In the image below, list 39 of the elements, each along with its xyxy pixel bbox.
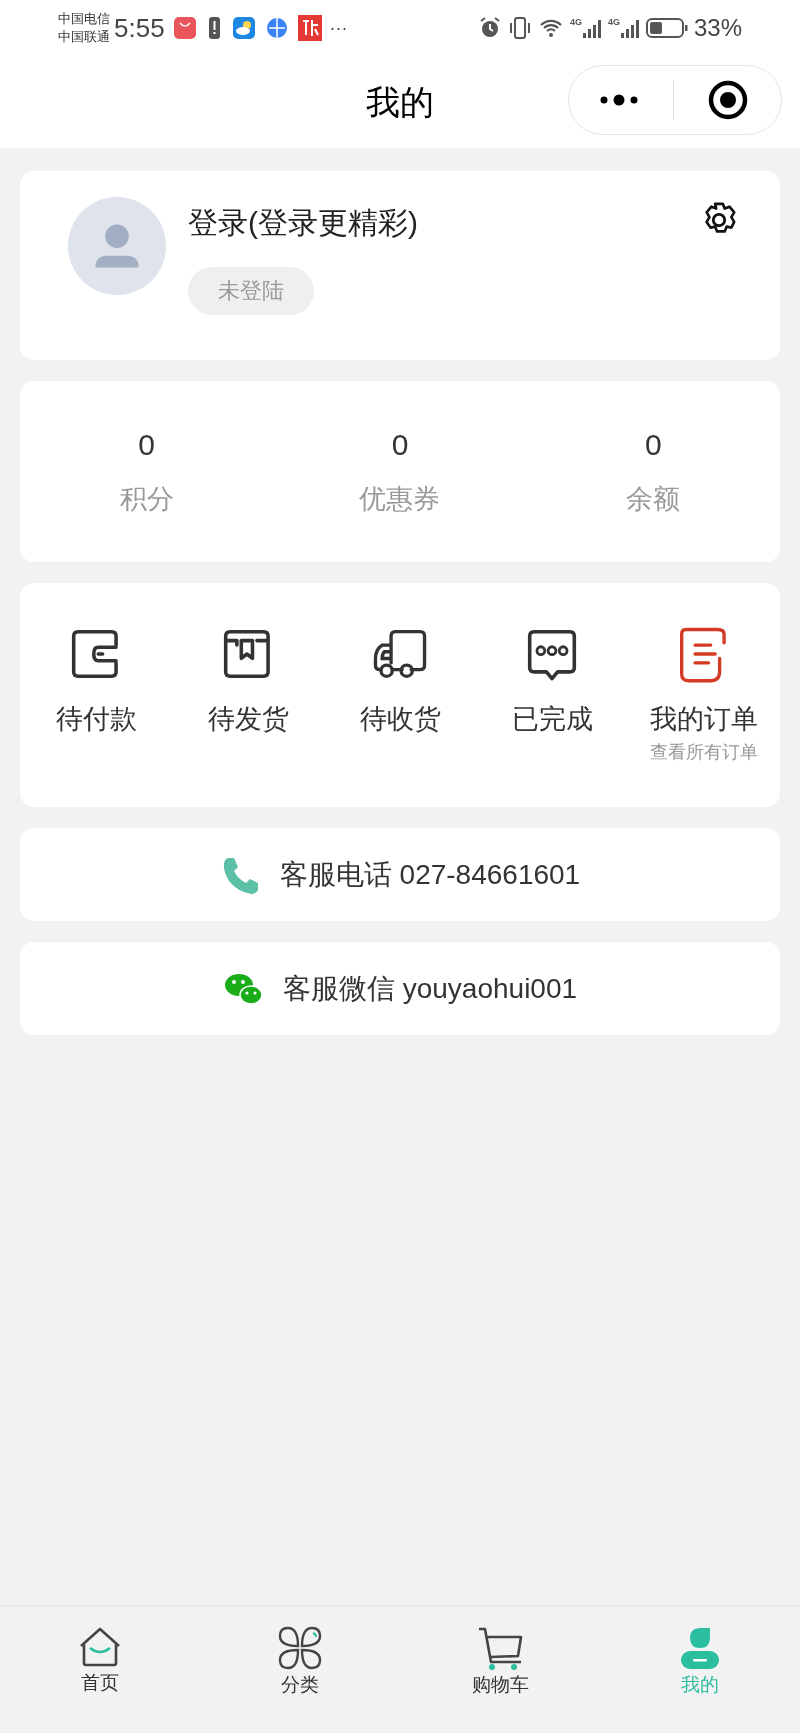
stat-value: 0 [138,430,155,460]
signal-icon [619,18,640,38]
network-type: 4G [607,18,620,27]
order-status-label[interactable]: 待收货 [359,701,441,737]
globe-app-icon [265,17,288,39]
battery-alert-icon [206,16,222,40]
cart-icon[interactable] [477,1626,523,1670]
shopping-bag-app-icon [172,16,197,40]
order-status-label[interactable]: 我的订单 [650,701,758,737]
battery-icon [645,17,688,39]
carrier-name: 中国电信 [58,10,110,28]
news-app-icon [297,15,322,41]
order-status-label[interactable]: 已完成 [511,701,593,737]
status-time: 5:55 [114,11,165,45]
tab-item[interactable]: 分类 [200,1626,400,1733]
login-status-badge: 未登陆 [188,267,314,315]
stat-value: 0 [644,430,662,460]
order-status-label[interactable]: 待付款 [55,701,137,737]
signal-icon [581,18,602,38]
contact-text: 客服电话 027-84661601 [279,857,581,892]
battery-percent: 33% [693,13,742,43]
order-status-label[interactable]: 待发货 [207,701,289,737]
more-notifications: ··· [329,19,348,37]
tab-item[interactable]: 购物车 [400,1626,600,1733]
close-target-icon[interactable] [708,80,748,120]
page-title: 我的 [366,81,434,123]
contact-text: 客服微信 youyaohui001 [282,971,578,1006]
vibrate-icon [507,16,532,40]
weather-app-icon [231,16,256,40]
stat-value: 0 [391,430,409,460]
home-icon[interactable] [78,1626,122,1668]
contact-card[interactable]: 客服电话 027-84661601 [20,828,780,921]
network-type: 4G [569,18,582,27]
login-prompt[interactable]: 登录(登录更精彩) [188,203,418,243]
contact-card[interactable]: 客服微信 youyaohui001 [20,942,780,1035]
carrier-name: 中国联通 [58,28,110,46]
tab-item[interactable]: 首页 [0,1626,200,1733]
avatar-placeholder-icon [68,197,166,295]
clover-grid-icon[interactable] [278,1626,322,1670]
